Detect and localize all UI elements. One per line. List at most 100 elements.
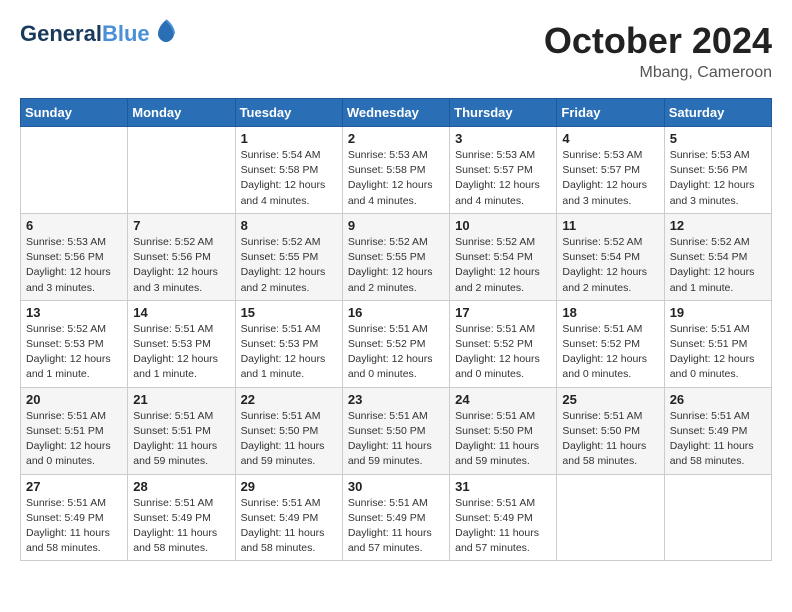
day-number: 27 — [26, 479, 122, 494]
day-number: 2 — [348, 131, 444, 146]
day-number: 18 — [562, 305, 658, 320]
weekday-header: Saturday — [664, 99, 771, 127]
day-number: 1 — [241, 131, 337, 146]
logo-icon — [152, 16, 180, 44]
day-info: Sunrise: 5:51 AM Sunset: 5:50 PM Dayligh… — [241, 409, 337, 470]
day-info: Sunrise: 5:53 AM Sunset: 5:57 PM Dayligh… — [455, 148, 551, 209]
calendar-cell — [664, 474, 771, 561]
day-number: 23 — [348, 392, 444, 407]
day-number: 4 — [562, 131, 658, 146]
day-info: Sunrise: 5:51 AM Sunset: 5:49 PM Dayligh… — [26, 496, 122, 557]
day-info: Sunrise: 5:53 AM Sunset: 5:56 PM Dayligh… — [670, 148, 766, 209]
day-number: 13 — [26, 305, 122, 320]
weekday-header: Friday — [557, 99, 664, 127]
day-number: 9 — [348, 218, 444, 233]
day-number: 28 — [133, 479, 229, 494]
calendar-cell: 20 Sunrise: 5:51 AM Sunset: 5:51 PM Dayli… — [21, 387, 128, 474]
day-info: Sunrise: 5:52 AM Sunset: 5:53 PM Dayligh… — [26, 322, 122, 383]
calendar-cell: 4 Sunrise: 5:53 AM Sunset: 5:57 PM Daylig… — [557, 127, 664, 214]
logo: GeneralBlue — [20, 20, 180, 48]
calendar-cell: 24Sunrise: 5:51 AM Sunset: 5:50 PM Dayli… — [450, 387, 557, 474]
calendar-cell: 3 Sunrise: 5:53 AM Sunset: 5:57 PM Daylig… — [450, 127, 557, 214]
calendar-cell: 19Sunrise: 5:51 AM Sunset: 5:51 PM Dayli… — [664, 300, 771, 387]
day-info: Sunrise: 5:51 AM Sunset: 5:52 PM Dayligh… — [455, 322, 551, 383]
calendar-cell: 2 Sunrise: 5:53 AM Sunset: 5:58 PM Daylig… — [342, 127, 449, 214]
day-number: 11 — [562, 218, 658, 233]
day-info: Sunrise: 5:52 AM Sunset: 5:56 PM Dayligh… — [133, 235, 229, 296]
day-info: Sunrise: 5:51 AM Sunset: 5:53 PM Dayligh… — [241, 322, 337, 383]
calendar-cell: 1 Sunrise: 5:54 AM Sunset: 5:58 PM Daylig… — [235, 127, 342, 214]
day-number: 3 — [455, 131, 551, 146]
calendar-week-row: 27 Sunrise: 5:51 AM Sunset: 5:49 PM Dayli… — [21, 474, 772, 561]
day-info: Sunrise: 5:54 AM Sunset: 5:58 PM Dayligh… — [241, 148, 337, 209]
title-block: October 2024 Mbang, Cameroon — [544, 20, 772, 82]
day-number: 8 — [241, 218, 337, 233]
day-info: Sunrise: 5:51 AM Sunset: 5:49 PM Dayligh… — [241, 496, 337, 557]
day-info: Sunrise: 5:51 AM Sunset: 5:53 PM Dayligh… — [133, 322, 229, 383]
calendar-cell: 30Sunrise: 5:51 AM Sunset: 5:49 PM Dayli… — [342, 474, 449, 561]
day-info: Sunrise: 5:51 AM Sunset: 5:49 PM Dayligh… — [133, 496, 229, 557]
calendar-cell: 7 Sunrise: 5:52 AM Sunset: 5:56 PM Daylig… — [128, 213, 235, 300]
day-info: Sunrise: 5:51 AM Sunset: 5:49 PM Dayligh… — [455, 496, 551, 557]
calendar-cell: 5 Sunrise: 5:53 AM Sunset: 5:56 PM Daylig… — [664, 127, 771, 214]
calendar-week-row: 20 Sunrise: 5:51 AM Sunset: 5:51 PM Dayli… — [21, 387, 772, 474]
day-info: Sunrise: 5:52 AM Sunset: 5:55 PM Dayligh… — [241, 235, 337, 296]
day-number: 20 — [26, 392, 122, 407]
calendar-cell: 12Sunrise: 5:52 AM Sunset: 5:54 PM Dayli… — [664, 213, 771, 300]
calendar-cell: 23 Sunrise: 5:51 AM Sunset: 5:50 PM Dayli… — [342, 387, 449, 474]
day-info: Sunrise: 5:53 AM Sunset: 5:57 PM Dayligh… — [562, 148, 658, 209]
day-info: Sunrise: 5:52 AM Sunset: 5:55 PM Dayligh… — [348, 235, 444, 296]
weekday-header: Sunday — [21, 99, 128, 127]
day-info: Sunrise: 5:51 AM Sunset: 5:51 PM Dayligh… — [133, 409, 229, 470]
day-number: 6 — [26, 218, 122, 233]
day-info: Sunrise: 5:52 AM Sunset: 5:54 PM Dayligh… — [455, 235, 551, 296]
day-info: Sunrise: 5:51 AM Sunset: 5:50 PM Dayligh… — [348, 409, 444, 470]
calendar-cell: 11 Sunrise: 5:52 AM Sunset: 5:54 PM Dayli… — [557, 213, 664, 300]
day-info: Sunrise: 5:51 AM Sunset: 5:50 PM Dayligh… — [562, 409, 658, 470]
day-info: Sunrise: 5:52 AM Sunset: 5:54 PM Dayligh… — [562, 235, 658, 296]
weekday-header: Monday — [128, 99, 235, 127]
calendar-cell: 28 Sunrise: 5:51 AM Sunset: 5:49 PM Dayli… — [128, 474, 235, 561]
day-number: 14 — [133, 305, 229, 320]
day-info: Sunrise: 5:51 AM Sunset: 5:51 PM Dayligh… — [670, 322, 766, 383]
calendar-cell: 10 Sunrise: 5:52 AM Sunset: 5:54 PM Dayli… — [450, 213, 557, 300]
calendar-cell: 13 Sunrise: 5:52 AM Sunset: 5:53 PM Dayli… — [21, 300, 128, 387]
day-number: 30 — [348, 479, 444, 494]
calendar-cell: 31 Sunrise: 5:51 AM Sunset: 5:49 PM Dayli… — [450, 474, 557, 561]
calendar-cell — [128, 127, 235, 214]
calendar-week-row: 1 Sunrise: 5:54 AM Sunset: 5:58 PM Daylig… — [21, 127, 772, 214]
calendar-cell: 6Sunrise: 5:53 AM Sunset: 5:56 PM Daylig… — [21, 213, 128, 300]
weekday-header-row: SundayMondayTuesdayWednesdayThursdayFrid… — [21, 99, 772, 127]
day-number: 15 — [241, 305, 337, 320]
calendar-week-row: 6Sunrise: 5:53 AM Sunset: 5:56 PM Daylig… — [21, 213, 772, 300]
day-number: 16 — [348, 305, 444, 320]
calendar-cell: 8 Sunrise: 5:52 AM Sunset: 5:55 PM Daylig… — [235, 213, 342, 300]
calendar-cell — [557, 474, 664, 561]
calendar-cell: 16Sunrise: 5:51 AM Sunset: 5:52 PM Dayli… — [342, 300, 449, 387]
day-info: Sunrise: 5:53 AM Sunset: 5:58 PM Dayligh… — [348, 148, 444, 209]
calendar-cell: 18Sunrise: 5:51 AM Sunset: 5:52 PM Dayli… — [557, 300, 664, 387]
calendar-cell: 17 Sunrise: 5:51 AM Sunset: 5:52 PM Dayli… — [450, 300, 557, 387]
location-title: Mbang, Cameroon — [544, 64, 772, 82]
day-number: 10 — [455, 218, 551, 233]
day-number: 31 — [455, 479, 551, 494]
day-info: Sunrise: 5:51 AM Sunset: 5:50 PM Dayligh… — [455, 409, 551, 470]
day-info: Sunrise: 5:51 AM Sunset: 5:51 PM Dayligh… — [26, 409, 122, 470]
day-number: 12 — [670, 218, 766, 233]
calendar-cell: 21 Sunrise: 5:51 AM Sunset: 5:51 PM Dayli… — [128, 387, 235, 474]
day-number: 5 — [670, 131, 766, 146]
day-number: 21 — [133, 392, 229, 407]
calendar-cell: 15 Sunrise: 5:51 AM Sunset: 5:53 PM Dayli… — [235, 300, 342, 387]
calendar-cell: 26 Sunrise: 5:51 AM Sunset: 5:49 PM Dayli… — [664, 387, 771, 474]
calendar-cell: 9 Sunrise: 5:52 AM Sunset: 5:55 PM Daylig… — [342, 213, 449, 300]
day-number: 7 — [133, 218, 229, 233]
calendar-cell: 22Sunrise: 5:51 AM Sunset: 5:50 PM Dayli… — [235, 387, 342, 474]
day-number: 25 — [562, 392, 658, 407]
page-header: GeneralBlue October 2024 Mbang, Cameroon — [20, 20, 772, 82]
calendar-table: SundayMondayTuesdayWednesdayThursdayFrid… — [20, 98, 772, 561]
day-info: Sunrise: 5:51 AM Sunset: 5:49 PM Dayligh… — [670, 409, 766, 470]
day-number: 17 — [455, 305, 551, 320]
weekday-header: Wednesday — [342, 99, 449, 127]
weekday-header: Thursday — [450, 99, 557, 127]
day-number: 26 — [670, 392, 766, 407]
